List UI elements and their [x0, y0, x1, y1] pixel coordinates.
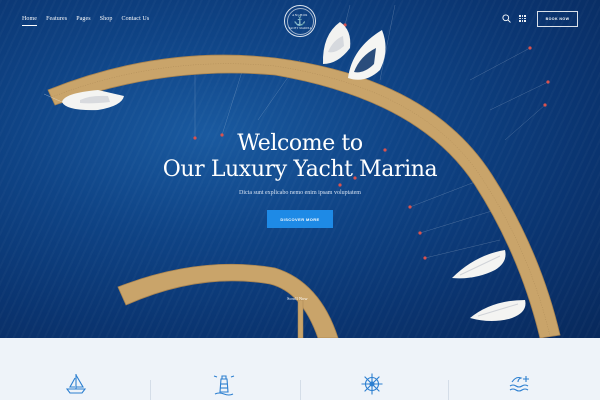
logo-bottom-text: YACHT MARINA — [288, 26, 312, 30]
nav-item-contact[interactable]: Contact Us — [121, 16, 149, 26]
ship-wheel-icon — [361, 373, 383, 395]
nav-item-pages[interactable]: Pages — [76, 16, 91, 26]
nav-item-home[interactable]: Home — [22, 16, 38, 26]
lower-pier — [117, 263, 339, 338]
search-icon[interactable] — [502, 14, 511, 23]
sailboat-icon — [65, 374, 87, 394]
feature-divider — [300, 380, 301, 400]
feature-divider — [150, 380, 151, 400]
main-nav: Home Features Pages Shop Contact Us — [22, 16, 149, 26]
sea-waves-icon — [509, 376, 529, 392]
feature-divider — [448, 380, 449, 400]
hero-title-line1: Welcome to — [237, 131, 363, 156]
hero-section: Home Features Pages Shop Contact Us ANCH… — [0, 0, 600, 338]
nav-item-features[interactable]: Features — [46, 16, 67, 26]
discover-more-button[interactable]: DISCOVER MORE — [267, 210, 333, 228]
yacht-right-1 — [452, 250, 506, 279]
yacht-right-2 — [470, 300, 526, 321]
grid-menu-icon[interactable] — [519, 15, 526, 22]
site-logo[interactable]: ANCHOR ⚓ YACHT MARINA — [284, 5, 316, 37]
logo-badge: ANCHOR ⚓ YACHT MARINA — [286, 7, 314, 35]
nav-item-shop[interactable]: Shop — [100, 16, 113, 26]
anchor-icon: ⚓ — [293, 15, 307, 27]
hero-subtitle: Dicta sunt explicabo nemo enim ipsam vol… — [239, 190, 361, 196]
book-now-button[interactable]: BOOK NOW — [537, 11, 578, 27]
hero-title-line2: Our Luxury Yacht Marina — [162, 157, 438, 182]
yacht-top-1 — [322, 22, 351, 64]
scroll-now-link[interactable]: Scroll Now — [287, 296, 308, 301]
lighthouse-icon — [213, 375, 235, 396]
yacht-top-2 — [348, 30, 386, 80]
